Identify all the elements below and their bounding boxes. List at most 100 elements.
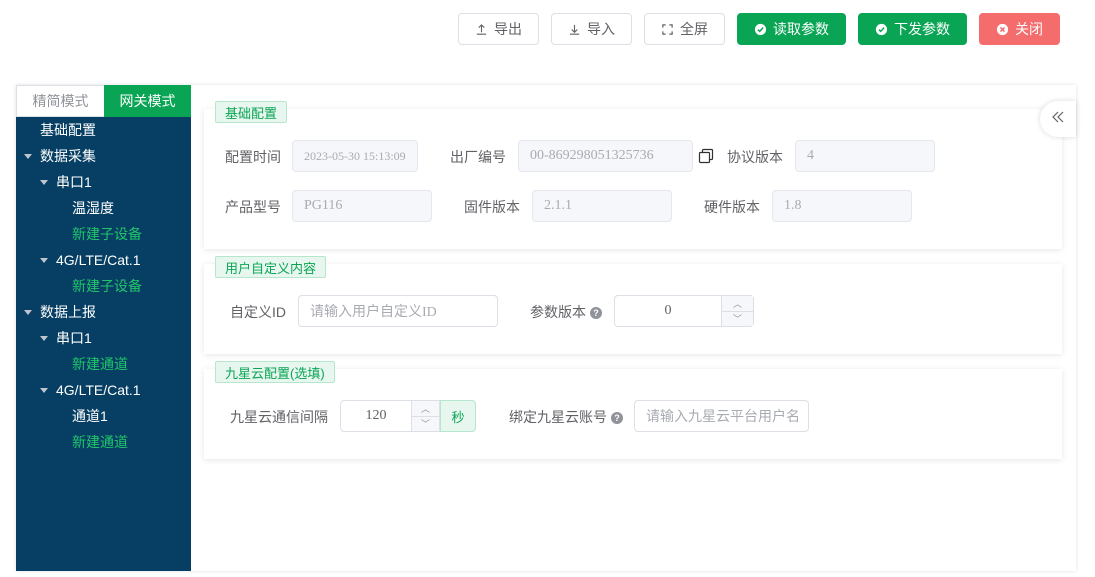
editor-frame: 精简模式 网关模式 基础配置 数据采集 串口1 温湿度 新建子设备 4G/LTE… [16, 85, 1076, 571]
bind-account-label: 绑定九星云账号? [509, 407, 623, 427]
export-button[interactable]: 导出 [458, 13, 539, 45]
tree-label: 基础配置 [40, 122, 96, 138]
interval-unit: 秒 [440, 400, 476, 432]
main-panel: 基础配置 配置时间 2023-05-30 15:13:09 出厂编号 00-86… [191, 85, 1076, 571]
firmware-version-field[interactable]: 2.1.1 [532, 190, 672, 222]
tree-label: 新建子设备 [72, 226, 142, 242]
product-model-label: 产品型号 [225, 199, 281, 215]
fullscreen-button[interactable]: 全屏 [644, 13, 725, 45]
export-label: 导出 [494, 21, 522, 37]
param-version-label-text: 参数版本 [530, 304, 586, 320]
stepper-arrows: ︿ ﹀ [721, 296, 753, 326]
fullscreen-label: 全屏 [680, 21, 708, 37]
increment-button[interactable]: ︿ [722, 296, 753, 312]
fullscreen-icon [661, 23, 674, 36]
double-chevron-left-icon [1051, 110, 1065, 129]
import-label: 导入 [587, 21, 615, 37]
comm-interval-value[interactable]: 120 [341, 401, 411, 431]
help-icon[interactable]: ? [611, 412, 623, 425]
tree-item-new-subdevice[interactable]: 新建子设备 [16, 221, 191, 247]
hardware-version-label: 硬件版本 [704, 199, 760, 215]
tree-item-report-lte[interactable]: 4G/LTE/Cat.1 [16, 377, 191, 403]
section-title: 用户自定义内容 [215, 256, 327, 278]
read-params-label: 读取参数 [773, 21, 829, 37]
config-time-field[interactable]: 2023-05-30 15:13:09 [292, 140, 418, 172]
caret-down-icon[interactable] [40, 387, 48, 393]
product-model-field[interactable]: PG116 [292, 190, 432, 222]
tree-item-collect-serial[interactable]: 串口1 [16, 169, 191, 195]
mode-gateway-tab[interactable]: 网关模式 [104, 85, 191, 117]
decrement-button[interactable]: ﹀ [412, 416, 439, 431]
tree-label: 串口1 [56, 330, 92, 346]
comm-interval-label: 九星云通信间隔 [230, 409, 328, 425]
close-label: 关闭 [1015, 21, 1043, 37]
tree-label: 数据上报 [40, 304, 96, 320]
decrement-button[interactable]: ﹀ [722, 311, 753, 326]
caret-down-icon[interactable] [24, 153, 32, 159]
read-params-button[interactable]: 读取参数 [737, 13, 846, 45]
tree-item-report[interactable]: 数据上报 [16, 299, 191, 325]
param-version-label: 参数版本? [530, 302, 602, 322]
increment-button[interactable]: ︿ [412, 401, 439, 417]
firmware-version-label: 固件版本 [464, 199, 520, 215]
sidebar: 精简模式 网关模式 基础配置 数据采集 串口1 温湿度 新建子设备 4G/LTE… [16, 85, 191, 571]
send-params-label: 下发参数 [894, 21, 950, 37]
toolbar: 导出 导入 全屏 读取参数 下发参数 关闭 [458, 13, 1060, 45]
tree-label: 通道1 [72, 408, 108, 424]
custom-content-section: 用户自定义内容 自定义ID 请输入用户自定义ID 参数版本? 0 ︿ ﹀ [204, 256, 1062, 354]
tree-item-new-subdevice[interactable]: 新建子设备 [16, 273, 191, 299]
param-version-value[interactable]: 0 [615, 296, 721, 326]
comm-interval-stepper[interactable]: 120 ︿ ﹀ [340, 400, 440, 432]
stepper-arrows: ︿ ﹀ [411, 401, 439, 431]
tree-label: 新建子设备 [72, 278, 142, 294]
import-button[interactable]: 导入 [551, 13, 632, 45]
protocol-version-field[interactable]: 4 [795, 140, 935, 172]
tree-label: 4G/LTE/Cat.1 [56, 382, 141, 398]
section-title: 九星云配置(选填) [215, 361, 335, 383]
help-icon[interactable]: ? [590, 307, 602, 320]
collapse-panel-button[interactable] [1040, 101, 1076, 137]
close-circle-icon [996, 23, 1009, 36]
custom-id-label: 自定义ID [230, 304, 286, 320]
serial-number-field[interactable]: 00-869298051325736 [518, 140, 693, 172]
serial-number-label: 出厂编号 [450, 149, 506, 165]
hardware-version-field[interactable]: 1.8 [772, 190, 912, 222]
tree-label: 4G/LTE/Cat.1 [56, 252, 141, 268]
copy-icon[interactable] [698, 148, 714, 164]
tree-item-collect[interactable]: 数据采集 [16, 143, 191, 169]
custom-id-input[interactable]: 请输入用户自定义ID [298, 295, 498, 327]
mode-switch: 精简模式 网关模式 [16, 85, 191, 117]
caret-down-icon[interactable] [40, 257, 48, 263]
tree-item-report-lte-channel[interactable]: 通道1 [16, 403, 191, 429]
section-title: 基础配置 [215, 101, 288, 123]
tree-item-new-channel[interactable]: 新建通道 [16, 429, 191, 455]
caret-down-icon[interactable] [40, 335, 48, 341]
config-time-label: 配置时间 [225, 149, 281, 165]
protocol-version-label: 协议版本 [727, 149, 783, 165]
tree-label: 新建通道 [72, 434, 128, 450]
config-tree: 基础配置 数据采集 串口1 温湿度 新建子设备 4G/LTE/Cat.1 新建子… [16, 117, 191, 455]
param-version-stepper[interactable]: 0 ︿ ﹀ [614, 295, 754, 327]
tree-item-collect-lte[interactable]: 4G/LTE/Cat.1 [16, 247, 191, 273]
check-circle-icon [875, 23, 888, 36]
tree-label: 新建通道 [72, 356, 128, 372]
tree-item-basic[interactable]: 基础配置 [16, 117, 191, 143]
tree-label: 数据采集 [40, 148, 96, 164]
tree-label: 串口1 [56, 174, 92, 190]
bind-account-label-text: 绑定九星云账号 [509, 409, 607, 425]
send-params-button[interactable]: 下发参数 [858, 13, 967, 45]
download-icon [568, 23, 581, 36]
caret-down-icon[interactable] [24, 309, 32, 315]
close-button[interactable]: 关闭 [979, 13, 1060, 45]
check-circle-icon [754, 23, 767, 36]
upload-icon [475, 23, 488, 36]
cloud-config-section: 九星云配置(选填) 九星云通信间隔 120 ︿ ﹀ 秒 绑定九星云账号? 请输入… [204, 361, 1062, 459]
caret-down-icon[interactable] [40, 179, 48, 185]
mode-simple-tab[interactable]: 精简模式 [16, 85, 104, 117]
tree-label: 温湿度 [72, 200, 114, 216]
tree-item-new-channel[interactable]: 新建通道 [16, 351, 191, 377]
basic-config-section: 基础配置 配置时间 2023-05-30 15:13:09 出厂编号 00-86… [204, 101, 1062, 249]
cloud-account-input[interactable]: 请输入九星云平台用户名 [634, 400, 809, 432]
tree-item-report-serial[interactable]: 串口1 [16, 325, 191, 351]
tree-item-collect-serial-device[interactable]: 温湿度 [16, 195, 191, 221]
